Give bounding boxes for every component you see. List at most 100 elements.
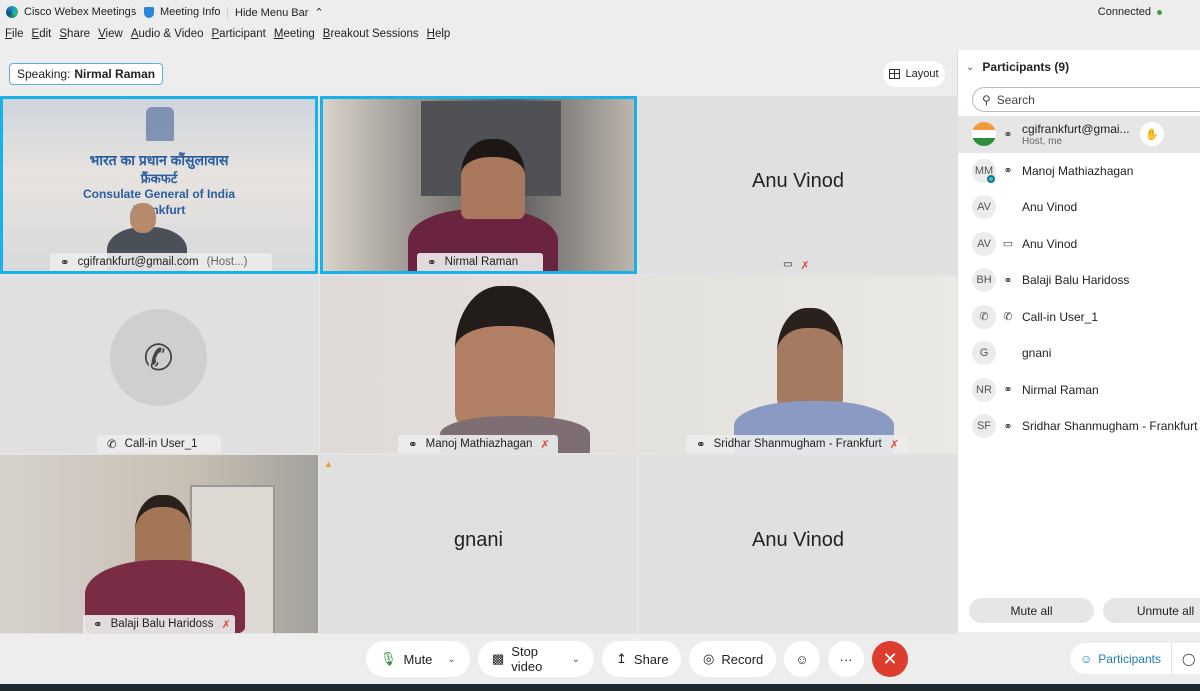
avatar: NR	[972, 377, 996, 402]
avatar: AV	[972, 195, 996, 220]
chevron-up-icon: ⌃	[314, 7, 324, 19]
mic-muted-icon: ✗	[800, 260, 810, 272]
headset-icon: ⚭	[1003, 128, 1013, 141]
participant-row[interactable]: BH ⚭ Balaji Balu Haridoss	[958, 262, 1200, 299]
nametag: ✆ Call-in User_1	[97, 435, 221, 453]
video-camera-icon: ▩	[492, 651, 505, 666]
avatar: G	[972, 341, 996, 366]
participant-row[interactable]: ✆ ✆ Call-in User_1	[958, 299, 1200, 336]
chat-icon: ◯	[1181, 651, 1196, 666]
avatar: AV	[972, 231, 996, 256]
device-icon: ▭	[1002, 238, 1014, 251]
chevron-down-icon[interactable]: ⌄	[447, 654, 455, 665]
tab-participants[interactable]: ☺ Participants	[1070, 643, 1172, 674]
chevron-down-icon[interactable]: ⌄	[572, 654, 580, 665]
hide-menu-bar-button[interactable]: Hide Menu Bar ⌃	[235, 6, 324, 20]
device-icon: ▭	[783, 259, 793, 270]
mute-button[interactable]: 🎙 Mute ⌄	[366, 641, 470, 677]
video-tile-sridhar-shanmugham[interactable]: ⚭ Sridhar Shanmugham - Frankfurt ✗	[639, 276, 957, 453]
stop-video-button[interactable]: ▩ Stop video ⌄	[478, 641, 594, 677]
layout-button[interactable]: Layout	[883, 61, 945, 87]
participant-search-input[interactable]: ⚲ Search	[972, 87, 1200, 112]
participant-list: ⚭ cgifrankfurt@gmai... Host, me ✋ MM ⚭ M…	[958, 116, 1200, 445]
avatar	[972, 122, 996, 147]
menu-help[interactable]: Help	[427, 28, 451, 48]
menu-edit[interactable]: Edit	[32, 28, 52, 48]
record-icon: ◎	[703, 651, 715, 666]
nametag: ⚭ Balaji Balu Haridoss ✗	[83, 615, 235, 633]
headset-icon: ⚭	[696, 439, 706, 451]
connected-dot-icon	[1157, 9, 1162, 15]
record-button[interactable]: ◎ Record	[689, 641, 776, 677]
share-icon: ↥	[616, 651, 627, 666]
video-tile-call-in-user[interactable]: ✆ ✆ Call-in User_1	[0, 276, 318, 453]
avatar: BH	[972, 268, 996, 293]
video-tile-balaji-balu-haridoss[interactable]: ⚭ Balaji Balu Haridoss ✗	[0, 455, 318, 633]
headset-icon: ⚭	[60, 257, 70, 269]
headset-icon: ⚭	[1003, 384, 1013, 397]
presence-icon	[987, 174, 995, 183]
video-tile-gnani[interactable]: ▲ gnani	[320, 455, 637, 633]
video-grid: भारत का प्रधान कौंसुलावास फ्रैंकफर्ट Con…	[0, 96, 957, 634]
os-taskbar	[0, 684, 1200, 691]
participants-header[interactable]: ⌄ Participants (9)	[966, 60, 1069, 74]
meeting-info-button[interactable]: Meeting Info	[144, 6, 221, 18]
share-button[interactable]: ↥ Share	[602, 641, 681, 677]
participants-icon: ☺	[1080, 651, 1093, 666]
phone-icon: ✆	[1003, 311, 1013, 324]
video-tile-nirmal-raman[interactable]: ⚭ Nirmal Raman	[320, 96, 637, 274]
participant-row[interactable]: AV Anu Vinod	[958, 189, 1200, 226]
menu-file[interactable]: File	[5, 28, 24, 48]
unmute-all-button[interactable]: Unmute all	[1103, 598, 1200, 623]
webex-logo-icon	[6, 6, 18, 18]
grid-layout-icon	[889, 69, 901, 79]
participant-row[interactable]: SF ⚭ Sridhar Shanmugham - Frankfurt	[958, 408, 1200, 445]
phone-small-icon: ✆	[107, 439, 117, 451]
microphone-icon: 🎙	[380, 651, 397, 666]
app-title: Cisco Webex Meetings	[6, 6, 136, 18]
emblem-icon	[146, 107, 174, 141]
headset-icon: ⚭	[427, 257, 437, 269]
participant-row[interactable]: G gnani	[958, 335, 1200, 372]
raise-hand-icon[interactable]: ✋	[1140, 122, 1164, 146]
participant-row[interactable]: AV ▭ Anu Vinod	[958, 226, 1200, 263]
video-tile-host[interactable]: भारत का प्रधान कौंसुलावास फ्रैंकफर्ट Con…	[0, 96, 318, 274]
participant-row[interactable]: NR ⚭ Nirmal Raman	[958, 372, 1200, 409]
participant-row[interactable]: MM ⚭ Manoj Mathiazhagan	[958, 153, 1200, 190]
chevron-down-icon: ⌄	[966, 61, 975, 73]
menu-meeting[interactable]: Meeting	[274, 28, 315, 48]
video-tile-anu-vinod-2[interactable]: Anu Vinod	[639, 455, 957, 633]
nametag: ⚭ Nirmal Raman	[417, 253, 543, 271]
mic-muted-icon: ✗	[221, 618, 231, 631]
menu-view[interactable]: View	[98, 28, 123, 48]
phone-icon: ✆	[110, 309, 207, 406]
meeting-controls: 🎙 Mute ⌄ ▩ Stop video ⌄ ↥ Share ◎ Record…	[366, 641, 908, 677]
nametag: ⚭ Sridhar Shanmugham - Frankfurt ✗	[686, 435, 908, 453]
tab-chat[interactable]: ◯	[1172, 652, 1200, 666]
more-options-button[interactable]: ···	[828, 641, 864, 677]
menu-share[interactable]: Share	[59, 28, 90, 48]
video-tile-manoj-mathiazhagan[interactable]: ⚭ Manoj Mathiazhagan ✗	[320, 276, 637, 453]
leave-meeting-button[interactable]: ✕	[872, 641, 908, 677]
participants-panel: ⌄ Participants (9) ⚲ Search ⚭ cgifrankfu…	[957, 50, 1200, 632]
menu-bar: File Edit Share View Audio & Video Parti…	[0, 28, 453, 48]
warning-icon: ▲	[324, 459, 333, 469]
participant-row[interactable]: ⚭ cgifrankfurt@gmai... Host, me ✋	[958, 116, 1200, 153]
headset-icon: ⚭	[1003, 274, 1013, 287]
reactions-button[interactable]: ☺	[784, 641, 820, 677]
mute-all-button[interactable]: Mute all	[969, 598, 1094, 623]
participant-video	[777, 308, 843, 408]
headset-icon: ⚭	[93, 619, 103, 631]
video-tile-anu-vinod-1[interactable]: Anu Vinod ▭ ✗	[639, 96, 957, 274]
close-icon: ✕	[882, 648, 898, 669]
menu-audio-video[interactable]: Audio & Video	[131, 28, 204, 48]
nametag: ⚭ Manoj Mathiazhagan ✗	[398, 435, 558, 453]
speaking-indicator: Speaking: Nirmal Raman	[9, 63, 164, 85]
menu-participant[interactable]: Participant	[212, 28, 266, 48]
title-bar: Cisco Webex Meetings Meeting Info Hide M…	[0, 0, 1200, 26]
phone-avatar-icon: ✆	[972, 304, 996, 329]
menu-breakout-sessions[interactable]: Breakout Sessions	[323, 28, 419, 48]
nametag: ⚭ cgifrankfurt@gmail.com (Host...)	[50, 253, 272, 271]
mic-muted-icon: ✗	[540, 438, 550, 451]
panel-tabs: ☺ Participants ◯	[1070, 643, 1200, 674]
